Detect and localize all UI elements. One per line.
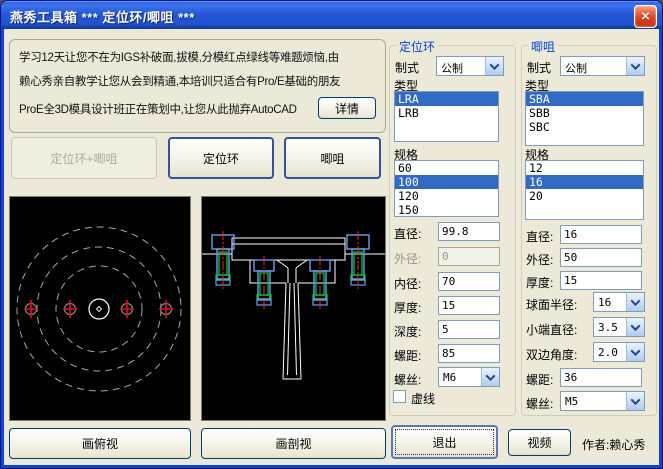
- list-item[interactable]: SBB: [526, 106, 643, 120]
- ring-group-title: 定位环: [396, 38, 439, 55]
- ring-outer-diameter-input: [438, 247, 500, 266]
- list-item[interactable]: 60: [395, 161, 498, 175]
- nozzle-small-end-diameter-combo[interactable]: 3.5: [593, 317, 645, 337]
- top-view-panel: [9, 196, 191, 421]
- author-label: 作者:赖心秀: [582, 438, 646, 452]
- nozzle-standard-label: 制式: [527, 61, 552, 75]
- ring-screw-pitch-label: 螺距:: [394, 349, 422, 363]
- chevron-down-icon[interactable]: [485, 57, 503, 75]
- ring-diameter-label: 直径:: [394, 227, 422, 241]
- top-view-drawing: [16, 226, 182, 392]
- ring-screw-label: 螺丝:: [394, 373, 422, 387]
- list-item[interactable]: LRB: [395, 106, 498, 120]
- nozzle-diameter-input[interactable]: [560, 225, 642, 244]
- ring-type-listbox[interactable]: LRA LRB: [394, 91, 499, 142]
- promo-line-3: ProE全3D模具设计班正在策划中,让您从此抛弃AutoCAD: [19, 104, 297, 116]
- close-button[interactable]: ×: [634, 5, 657, 28]
- draw-top-view-button[interactable]: 画俯视: [9, 428, 191, 459]
- nozzle-outer-diameter-label: 外径:: [526, 253, 554, 267]
- nozzle-group-title: 唧咀: [528, 38, 559, 55]
- dialog-body: 学习12天让您不在为IGS补破面,拔模,分模红点绿线等难题烦恼,由 赖心秀亲自教…: [4, 29, 659, 465]
- nozzle-standard-combo[interactable]: 公制: [560, 56, 645, 76]
- nozzle-small-end-diameter-value: 3.5: [598, 321, 618, 334]
- chevron-down-icon[interactable]: [626, 392, 644, 410]
- list-item[interactable]: SBA: [526, 92, 643, 106]
- ring-depth-input[interactable]: [438, 320, 500, 339]
- nozzle-button[interactable]: 唧咀: [284, 137, 381, 179]
- nozzle-angle-label: 双边角度:: [526, 348, 578, 362]
- promo-panel: 学习12天让您不在为IGS补破面,拔模,分模红点绿线等难题烦恼,由 赖心秀亲自教…: [9, 39, 386, 133]
- ring-screw-pitch-input[interactable]: [438, 344, 500, 363]
- nozzle-sphere-radius-label: 球面半径:: [526, 298, 578, 312]
- nozzle-angle-combo[interactable]: 2.0: [593, 342, 645, 362]
- ring-thickness-label: 厚度:: [394, 301, 422, 315]
- ring-diameter-input[interactable]: [438, 222, 500, 241]
- promo-line-1: 学习12天让您不在为IGS补破面,拔模,分模红点绿线等难题烦恼,由: [19, 52, 339, 64]
- ring-inner-diameter-input[interactable]: [438, 272, 500, 291]
- ring-button[interactable]: 定位环: [168, 137, 274, 179]
- nozzle-screw-label: 螺丝:: [526, 397, 554, 411]
- nozzle-thickness-label: 厚度:: [526, 276, 554, 290]
- chevron-down-icon[interactable]: [626, 318, 644, 336]
- nozzle-standard-value: 公制: [565, 62, 587, 75]
- nozzle-spec-listbox[interactable]: 12 16 20: [525, 160, 644, 220]
- list-item[interactable]: 12: [526, 161, 643, 175]
- section-view-drawing: [202, 231, 385, 380]
- nozzle-screw-value: M5: [565, 395, 579, 408]
- list-item[interactable]: 16: [526, 175, 643, 189]
- list-item[interactable]: 150: [395, 203, 498, 216]
- list-item[interactable]: 100: [395, 175, 498, 189]
- nozzle-screw-pitch-label: 螺距:: [526, 373, 554, 387]
- ring-depth-label: 深度:: [394, 325, 422, 339]
- ring-inner-diameter-label: 内径:: [394, 277, 422, 291]
- promo-line-2: 赖心秀亲自教学让您从会到精通,本培训只适合有Pro/E基础的朋友: [19, 76, 341, 88]
- chevron-down-icon[interactable]: [626, 57, 644, 75]
- section-view-panel: [201, 196, 386, 421]
- dashed-line-label: 虚线: [411, 392, 436, 406]
- nozzle-angle-value: 2.0: [598, 346, 618, 359]
- nozzle-outer-diameter-input[interactable]: [560, 248, 642, 267]
- close-icon: ×: [641, 8, 650, 25]
- chevron-down-icon[interactable]: [626, 293, 644, 311]
- ring-screw-combo[interactable]: M6: [438, 367, 500, 387]
- dialog-window: 燕秀工具箱 *** 定位环/唧咀 *** × 学习12天让您不在为IGS补破面,…: [0, 0, 663, 469]
- nozzle-diameter-label: 直径:: [526, 230, 554, 244]
- title-bar[interactable]: 燕秀工具箱 *** 定位环/唧咀 *** ×: [1, 1, 662, 29]
- nozzle-small-end-diameter-label: 小端直径:: [526, 323, 578, 337]
- draw-section-view-button[interactable]: 画剖视: [201, 428, 386, 459]
- list-item[interactable]: 20: [526, 189, 643, 203]
- ring-thickness-input[interactable]: [438, 296, 500, 315]
- video-button[interactable]: 视频: [508, 429, 571, 456]
- ring-standard-combo[interactable]: 公制: [436, 56, 504, 76]
- list-item[interactable]: LRA: [395, 92, 498, 106]
- ring-spec-listbox[interactable]: 60 100 120 150: [394, 160, 499, 217]
- dashed-line-checkbox[interactable]: [393, 390, 406, 403]
- chevron-down-icon[interactable]: [481, 368, 499, 386]
- nozzle-sphere-radius-combo[interactable]: 16: [593, 292, 645, 312]
- chevron-down-icon[interactable]: [626, 343, 644, 361]
- ring-plus-nozzle-button[interactable]: 定位环+唧咀: [11, 137, 157, 179]
- ring-screw-value: M6: [443, 371, 457, 384]
- nozzle-thickness-input[interactable]: [560, 271, 642, 290]
- ring-standard-label: 制式: [395, 61, 420, 75]
- detail-button[interactable]: 详情: [318, 97, 376, 119]
- nozzle-type-listbox[interactable]: SBA SBB SBC: [525, 91, 644, 146]
- list-item[interactable]: 120: [395, 189, 498, 203]
- nozzle-sphere-radius-value: 16: [598, 296, 612, 309]
- nozzle-screw-pitch-input[interactable]: [560, 368, 642, 387]
- ring-outer-diameter-label: 外径:: [394, 252, 422, 266]
- ring-standard-value: 公制: [441, 62, 463, 75]
- list-item[interactable]: SBC: [526, 120, 643, 134]
- exit-button[interactable]: 退出: [391, 425, 498, 459]
- nozzle-screw-combo[interactable]: M5: [560, 391, 645, 411]
- window-title: 燕秀工具箱 *** 定位环/唧咀 ***: [10, 10, 195, 25]
